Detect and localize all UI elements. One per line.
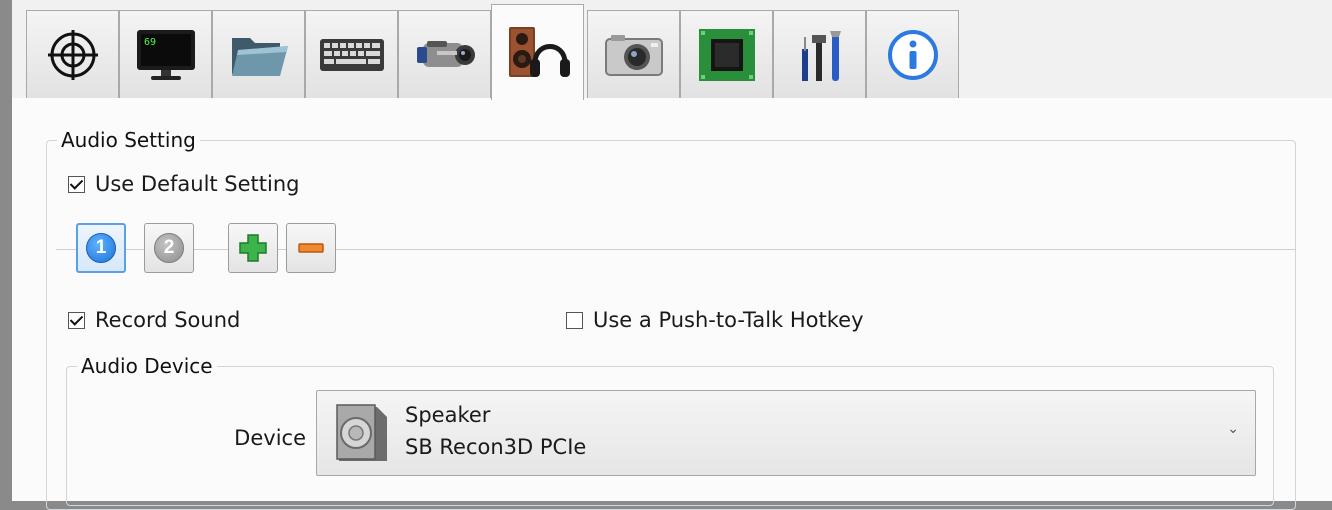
audio-setting-legend: Audio Setting: [61, 128, 196, 152]
record-sound-checkbox-box[interactable]: [68, 311, 85, 329]
monitor-screen-text: 69: [144, 37, 156, 48]
tab-chip[interactable]: [680, 10, 773, 98]
tools-icon: [801, 30, 841, 81]
settings-window: 69 Audio Setting Use Default Setting 1 2…: [12, 0, 1332, 510]
plus-icon: [239, 234, 267, 262]
page-1-button[interactable]: 1: [76, 223, 126, 273]
tab-tools[interactable]: [773, 10, 866, 98]
page-2-label: 2: [154, 233, 184, 263]
monitor-icon: 69: [136, 29, 195, 80]
page-1-label: 1: [86, 233, 116, 263]
record-sound-label: Record Sound: [95, 308, 241, 332]
chip-icon: [698, 28, 755, 81]
chevron-down-icon: ⌄: [1227, 421, 1239, 437]
device-label: Device: [234, 426, 306, 450]
audio-device-legend: Audio Device: [81, 354, 213, 378]
keyboard-icon: [319, 38, 384, 71]
speaker-headphones-icon: [508, 26, 570, 77]
page-2-button[interactable]: 2: [144, 223, 194, 273]
use-default-setting-checkbox[interactable]: Use Default Setting: [68, 172, 300, 196]
use-default-checkbox-box[interactable]: [68, 175, 85, 193]
push-to-talk-checkbox[interactable]: Use a Push-to-Talk Hotkey: [566, 308, 864, 332]
crosshair-icon: [47, 29, 98, 80]
push-to-talk-checkbox-box[interactable]: [566, 311, 583, 329]
minus-icon: [298, 243, 324, 253]
tab-info[interactable]: [866, 10, 959, 98]
device-select[interactable]: Speaker SB Recon3D PCIe ⌄: [316, 390, 1256, 476]
tab-keyboard[interactable]: [305, 10, 398, 98]
push-to-talk-label: Use a Push-to-Talk Hotkey: [593, 308, 864, 332]
tab-strip: 69: [12, 0, 1332, 100]
add-page-button[interactable]: [228, 223, 278, 273]
speaker-icon: [336, 404, 387, 461]
use-default-label: Use Default Setting: [95, 172, 300, 196]
audio-panel: Audio Setting Use Default Setting 1 2 Re…: [12, 98, 1332, 510]
tab-crosshair[interactable]: [26, 10, 119, 98]
camera-icon: [604, 34, 663, 76]
info-icon: [887, 29, 938, 80]
device-name: SB Recon3D PCIe: [405, 435, 587, 459]
device-type: Speaker: [405, 403, 491, 427]
record-sound-checkbox[interactable]: Record Sound: [68, 308, 240, 332]
tab-camcorder[interactable]: [398, 10, 491, 98]
tab-camera[interactable]: [587, 10, 680, 98]
tab-folder[interactable]: [212, 10, 305, 98]
folder-icon: [231, 37, 288, 76]
camcorder-icon: [416, 40, 475, 67]
tab-monitor[interactable]: 69: [119, 10, 212, 98]
remove-page-button[interactable]: [286, 223, 336, 273]
tab-audio[interactable]: [491, 4, 584, 100]
